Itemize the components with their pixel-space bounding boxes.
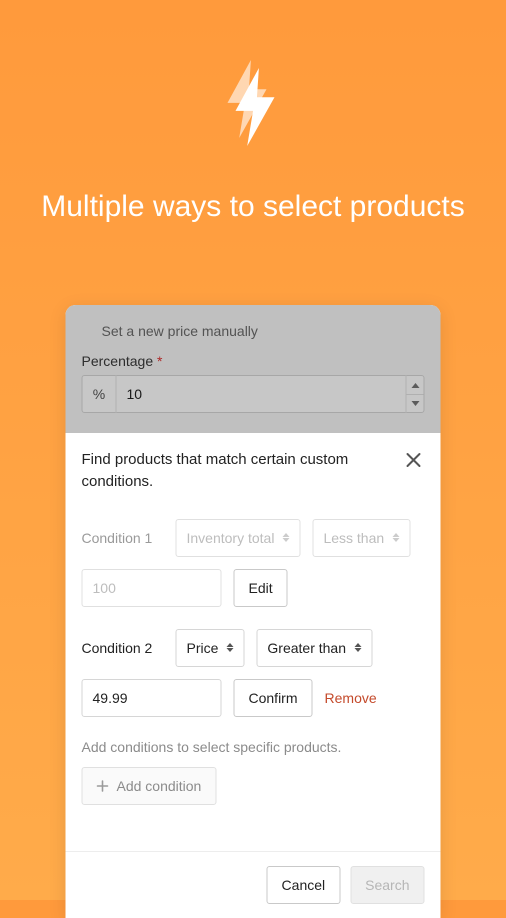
condition-1-label: Condition 1 xyxy=(82,530,164,546)
condition-2: Condition 2 Price Greater than xyxy=(82,629,425,717)
condition-1-operator-select: Less than xyxy=(312,519,410,557)
sheet-footer: Cancel Search xyxy=(66,851,441,918)
remove-link[interactable]: Remove xyxy=(325,690,377,706)
app-card: Set a new price manually Percentage * % … xyxy=(66,305,441,918)
condition-2-value-input[interactable]: 49.99 xyxy=(82,679,222,717)
cancel-button[interactable]: Cancel xyxy=(267,866,341,904)
close-button[interactable] xyxy=(403,449,425,471)
confirm-button[interactable]: Confirm xyxy=(234,679,313,717)
select-arrows-icon xyxy=(226,643,233,652)
condition-2-field-select[interactable]: Price xyxy=(176,629,245,667)
close-icon xyxy=(406,452,422,468)
hero-title: Multiple ways to select products xyxy=(41,188,465,226)
edit-button[interactable]: Edit xyxy=(234,569,288,607)
plus-icon xyxy=(97,780,109,792)
condition-1-field-select: Inventory total xyxy=(176,519,301,557)
percentage-input[interactable]: % 10 xyxy=(82,375,425,413)
conditions-hint: Add conditions to select specific produc… xyxy=(82,739,425,755)
sheet-title: Find products that match certain custom … xyxy=(82,449,393,493)
select-arrows-icon xyxy=(282,533,289,542)
search-button[interactable]: Search xyxy=(350,866,424,904)
step-down-icon[interactable] xyxy=(407,394,424,413)
condition-1-value-input: 100 xyxy=(82,569,222,607)
set-price-subline: Set a new price manually xyxy=(102,323,425,339)
condition-2-operator-select[interactable]: Greater than xyxy=(256,629,372,667)
step-up-icon[interactable] xyxy=(407,375,424,394)
condition-2-label: Condition 2 xyxy=(82,640,164,656)
condition-1: Condition 1 Inventory total Less than xyxy=(82,519,425,607)
add-condition-button[interactable]: Add condition xyxy=(82,767,217,805)
percent-prefix: % xyxy=(83,375,117,413)
lightning-bolt-icon xyxy=(223,60,283,150)
percentage-label: Percentage * xyxy=(82,353,425,369)
conditions-sheet: Find products that match certain custom … xyxy=(66,433,441,918)
percentage-value: 10 xyxy=(117,386,406,402)
background-panel: Set a new price manually Percentage * % … xyxy=(66,305,441,433)
select-arrows-icon xyxy=(354,643,361,652)
select-arrows-icon xyxy=(392,533,399,542)
